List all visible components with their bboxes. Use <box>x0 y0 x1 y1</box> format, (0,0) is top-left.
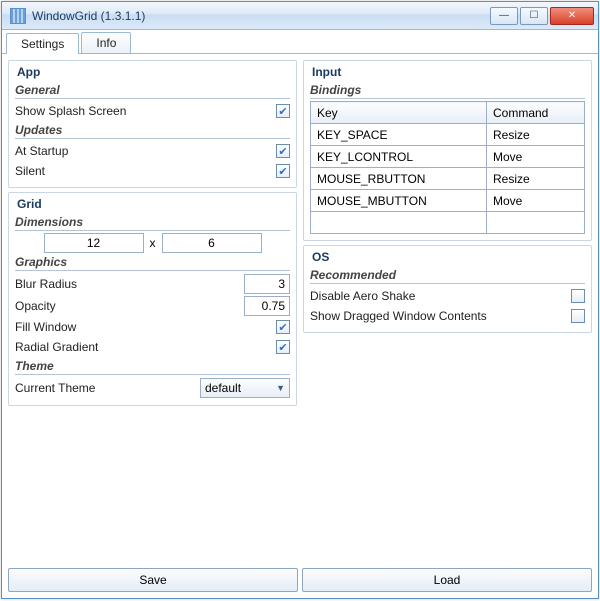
blur-input[interactable]: 3 <box>244 274 290 294</box>
opacity-input[interactable]: 0.75 <box>244 296 290 316</box>
theme-heading: Theme <box>15 359 290 375</box>
splash-label: Show Splash Screen <box>15 104 126 118</box>
splash-checkbox[interactable]: ✔ <box>276 104 290 118</box>
binding-command-cell[interactable]: Move <box>487 190 585 212</box>
fill-label: Fill Window <box>15 320 76 334</box>
tab-body: App General Show Splash Screen ✔ Updates… <box>2 53 598 598</box>
grid-group: Grid Dimensions 12 x 6 Graphics Blur Rad… <box>8 192 297 406</box>
table-row[interactable]: KEY_LCONTROLMove <box>311 146 585 168</box>
theme-select-value: default <box>205 381 241 395</box>
aero-label: Disable Aero Shake <box>310 289 415 303</box>
startup-checkbox[interactable]: ✔ <box>276 144 290 158</box>
button-bar: Save Load <box>8 568 592 592</box>
os-group: OS Recommended Disable Aero Shake Show D… <box>303 245 592 333</box>
cols-input[interactable]: 12 <box>44 233 144 253</box>
dim-separator: x <box>150 236 156 250</box>
dimensions-heading: Dimensions <box>15 215 290 231</box>
blur-label: Blur Radius <box>15 277 77 291</box>
grid-group-title: Grid <box>15 197 290 213</box>
table-row[interactable]: MOUSE_RBUTTONResize <box>311 168 585 190</box>
window-title: WindowGrid (1.3.1.1) <box>32 9 490 23</box>
bindings-command-header[interactable]: Command <box>487 102 585 124</box>
binding-command-cell[interactable]: Resize <box>487 124 585 146</box>
table-row[interactable] <box>311 212 585 234</box>
bindings-heading: Bindings <box>310 83 585 99</box>
binding-key-cell[interactable]: KEY_LCONTROL <box>311 146 487 168</box>
general-heading: General <box>15 83 290 99</box>
tab-settings[interactable]: Settings <box>6 33 79 54</box>
silent-checkbox[interactable]: ✔ <box>276 164 290 178</box>
drag-checkbox[interactable] <box>571 309 585 323</box>
table-row[interactable]: KEY_SPACEResize <box>311 124 585 146</box>
binding-command-cell[interactable]: Resize <box>487 168 585 190</box>
recommended-heading: Recommended <box>310 268 585 284</box>
rows-input[interactable]: 6 <box>162 233 262 253</box>
minimize-button[interactable]: — <box>490 7 518 25</box>
input-group: Input Bindings Key Command KEY_SPACEResi… <box>303 60 592 241</box>
theme-select[interactable]: default ▼ <box>200 378 290 398</box>
binding-command-cell[interactable] <box>487 212 585 234</box>
startup-label: At Startup <box>15 144 68 158</box>
bindings-table[interactable]: Key Command KEY_SPACEResizeKEY_LCONTROLM… <box>310 101 585 234</box>
drag-label: Show Dragged Window Contents <box>310 309 487 323</box>
chevron-down-icon: ▼ <box>276 383 285 393</box>
maximize-button[interactable]: ☐ <box>520 7 548 25</box>
radial-checkbox[interactable]: ✔ <box>276 340 290 354</box>
current-theme-label: Current Theme <box>15 381 95 395</box>
opacity-label: Opacity <box>15 299 56 313</box>
app-icon <box>10 8 26 24</box>
binding-key-cell[interactable]: KEY_SPACE <box>311 124 487 146</box>
bindings-key-header[interactable]: Key <box>311 102 487 124</box>
left-column: App General Show Splash Screen ✔ Updates… <box>8 60 297 564</box>
window-buttons: — ☐ ✕ <box>490 7 594 25</box>
load-button[interactable]: Load <box>302 568 592 592</box>
binding-key-cell[interactable] <box>311 212 487 234</box>
os-group-title: OS <box>310 250 585 266</box>
close-button[interactable]: ✕ <box>550 7 594 25</box>
aero-checkbox[interactable] <box>571 289 585 303</box>
tab-bar: Settings Info <box>2 30 598 53</box>
binding-key-cell[interactable]: MOUSE_RBUTTON <box>311 168 487 190</box>
window: WindowGrid (1.3.1.1) — ☐ ✕ Settings Info… <box>1 1 599 599</box>
table-row[interactable]: MOUSE_MBUTTONMove <box>311 190 585 212</box>
tab-info[interactable]: Info <box>81 32 131 53</box>
silent-label: Silent <box>15 164 45 178</box>
graphics-heading: Graphics <box>15 255 290 271</box>
app-group: App General Show Splash Screen ✔ Updates… <box>8 60 297 188</box>
radial-label: Radial Gradient <box>15 340 98 354</box>
binding-command-cell[interactable]: Move <box>487 146 585 168</box>
fill-checkbox[interactable]: ✔ <box>276 320 290 334</box>
input-group-title: Input <box>310 65 585 81</box>
right-column: Input Bindings Key Command KEY_SPACEResi… <box>303 60 592 564</box>
app-group-title: App <box>15 65 290 81</box>
binding-key-cell[interactable]: MOUSE_MBUTTON <box>311 190 487 212</box>
updates-heading: Updates <box>15 123 290 139</box>
save-button[interactable]: Save <box>8 568 298 592</box>
titlebar[interactable]: WindowGrid (1.3.1.1) — ☐ ✕ <box>2 2 598 30</box>
